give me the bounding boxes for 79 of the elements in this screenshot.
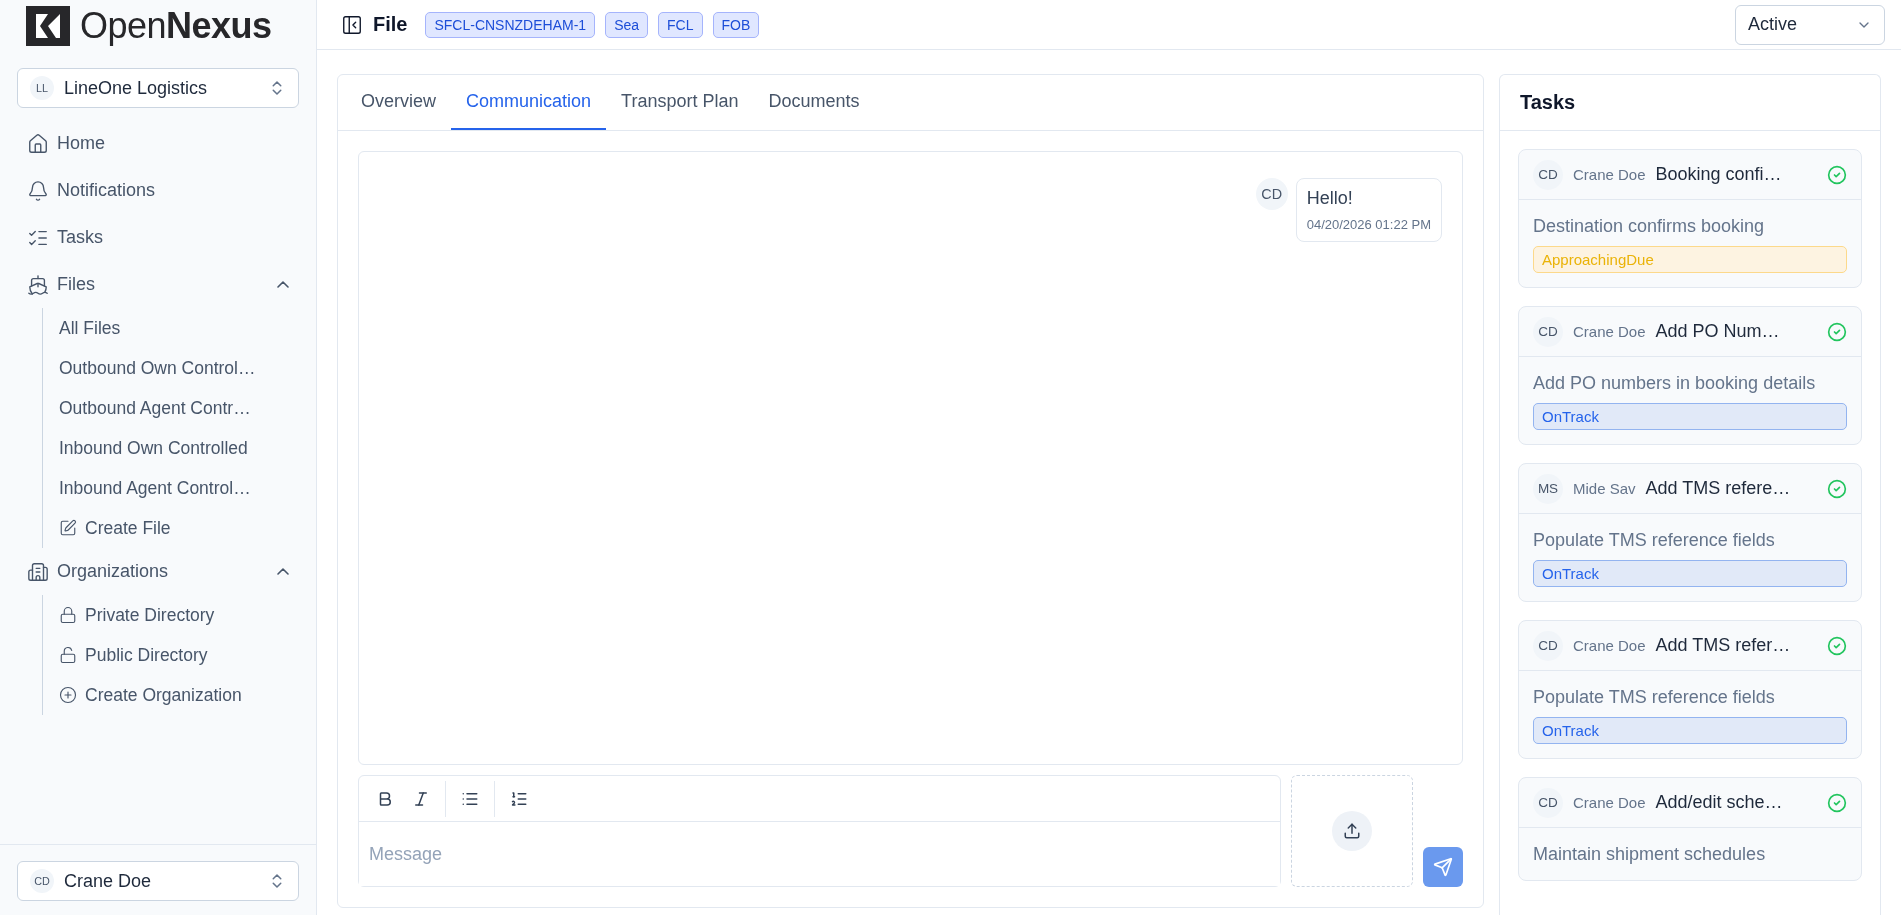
nav-subitem-icon bbox=[59, 606, 77, 624]
nav-icon bbox=[27, 560, 49, 583]
numbered-list-icon bbox=[510, 789, 528, 808]
assignee-avatar: CD bbox=[1533, 316, 1563, 347]
nav-subitem-icon bbox=[59, 519, 77, 537]
assignee-avatar: CD bbox=[1533, 787, 1563, 818]
task-description: Destination confirms booking bbox=[1533, 215, 1766, 238]
brand-name: OpenNexus bbox=[80, 5, 272, 47]
task-card[interactable]: MS Mide Sav Add TMS refere… Populate TMS reference fields OnTrack bbox=[1518, 463, 1862, 602]
status-tag: OnTrack bbox=[1533, 560, 1847, 587]
assignee-name: Crane Doe bbox=[1573, 166, 1646, 183]
task-description: Populate TMS reference fields bbox=[1533, 686, 1776, 709]
sidebar-toggle-icon[interactable] bbox=[341, 13, 363, 36]
task-title: Add TMS refere… bbox=[1645, 478, 1792, 499]
task-description: Maintain shipment schedules bbox=[1533, 843, 1767, 866]
send-icon bbox=[1433, 857, 1453, 877]
italic-icon bbox=[412, 789, 430, 808]
assignee-name: Mide Sav bbox=[1573, 480, 1636, 497]
task-card[interactable]: CD Crane Doe Booking confi… Destination confirms booking ApproachingDue bbox=[1518, 149, 1862, 288]
nav-item[interactable]: Organizations bbox=[17, 548, 299, 595]
nav-subitem[interactable]: Outbound Agent Contr… bbox=[59, 388, 299, 428]
page-title: File bbox=[373, 13, 408, 36]
nav-subitem[interactable]: Create File bbox=[59, 508, 299, 548]
status-tag: OnTrack bbox=[1533, 717, 1847, 744]
tab[interactable]: Transport Plan bbox=[606, 75, 754, 130]
tab[interactable]: Overview bbox=[346, 75, 451, 130]
assignee-avatar: CD bbox=[1533, 159, 1563, 190]
message-time: 04/20/2026 01:22 PM bbox=[1306, 217, 1431, 232]
task-title: Add TMS refer… bbox=[1655, 635, 1792, 656]
nav-item[interactable]: Home bbox=[17, 120, 299, 167]
file-tag: Sea bbox=[605, 11, 649, 38]
file-tag: FOB bbox=[712, 11, 760, 38]
sender-avatar: CD bbox=[1255, 178, 1288, 210]
message-editor[interactable]: Message bbox=[358, 775, 1281, 887]
chevron-up-icon bbox=[277, 281, 289, 288]
nav-subitem[interactable]: Inbound Own Controlled bbox=[59, 428, 299, 468]
assignee-avatar: CD bbox=[1533, 630, 1563, 661]
nav-subitem[interactable]: Inbound Agent Control… bbox=[59, 468, 299, 508]
message-text: Hello! bbox=[1306, 188, 1354, 209]
nav-subitem[interactable]: Private Directory bbox=[59, 595, 299, 635]
nav-icon bbox=[27, 273, 49, 296]
task-card[interactable]: CD Crane Doe Add PO Num… Add PO numbers in booking details OnTrack bbox=[1518, 306, 1862, 445]
nav-icon bbox=[27, 132, 49, 155]
user-avatar: CD bbox=[30, 869, 54, 893]
nav-subitem[interactable]: All Files bbox=[59, 308, 299, 348]
task-card[interactable]: CD Crane Doe Add/edit sche… Maintain shipment schedules bbox=[1518, 777, 1862, 881]
assignee-name: Crane Doe bbox=[1573, 637, 1646, 654]
send-button[interactable] bbox=[1423, 847, 1463, 887]
task-card[interactable]: CD Crane Doe Add TMS refer… Populate TMS reference fields OnTrack bbox=[1518, 620, 1862, 759]
assignee-name: Crane Doe bbox=[1573, 794, 1646, 811]
file-tag: FCL bbox=[658, 11, 703, 38]
nav-subitem-icon bbox=[59, 646, 77, 664]
nav-icon bbox=[27, 179, 49, 202]
tab[interactable]: Documents bbox=[753, 75, 875, 130]
assignee-avatar: MS bbox=[1533, 473, 1563, 504]
status-tag: ApproachingDue bbox=[1533, 246, 1847, 273]
nav-subitem[interactable]: Outbound Own Control… bbox=[59, 348, 299, 388]
task-title: Booking confi… bbox=[1655, 164, 1783, 185]
nav-item[interactable]: Files bbox=[17, 261, 299, 308]
chevron-up-icon bbox=[277, 568, 289, 575]
task-description: Add PO numbers in booking details bbox=[1533, 372, 1817, 395]
logo-icon bbox=[26, 6, 70, 46]
task-description: Populate TMS reference fields bbox=[1533, 529, 1776, 552]
assignee-name: Crane Doe bbox=[1573, 323, 1646, 340]
nav-subitem-icon bbox=[59, 686, 77, 704]
task-title: Add/edit sche… bbox=[1655, 792, 1784, 813]
organization-picker[interactable]: LL LineOne Logistics bbox=[17, 68, 299, 108]
nav-item[interactable]: Tasks bbox=[17, 214, 299, 261]
status-select[interactable]: Active bbox=[1735, 4, 1885, 45]
nav-subitem[interactable]: Create Organization bbox=[59, 675, 299, 715]
tab[interactable]: Communication bbox=[451, 75, 607, 130]
status-tag: OnTrack bbox=[1533, 403, 1847, 430]
nav-item[interactable]: Notifications bbox=[17, 167, 299, 214]
task-title: Add PO Num… bbox=[1655, 321, 1781, 342]
tasks-title: Tasks bbox=[1500, 75, 1880, 131]
nav-subitem[interactable]: Public Directory bbox=[59, 635, 299, 675]
user-picker[interactable]: CD Crane Doe bbox=[17, 861, 299, 901]
organization-avatar: LL bbox=[30, 76, 54, 100]
file-tag: SFCL-CNSNZDEHAM-1 bbox=[425, 11, 596, 38]
